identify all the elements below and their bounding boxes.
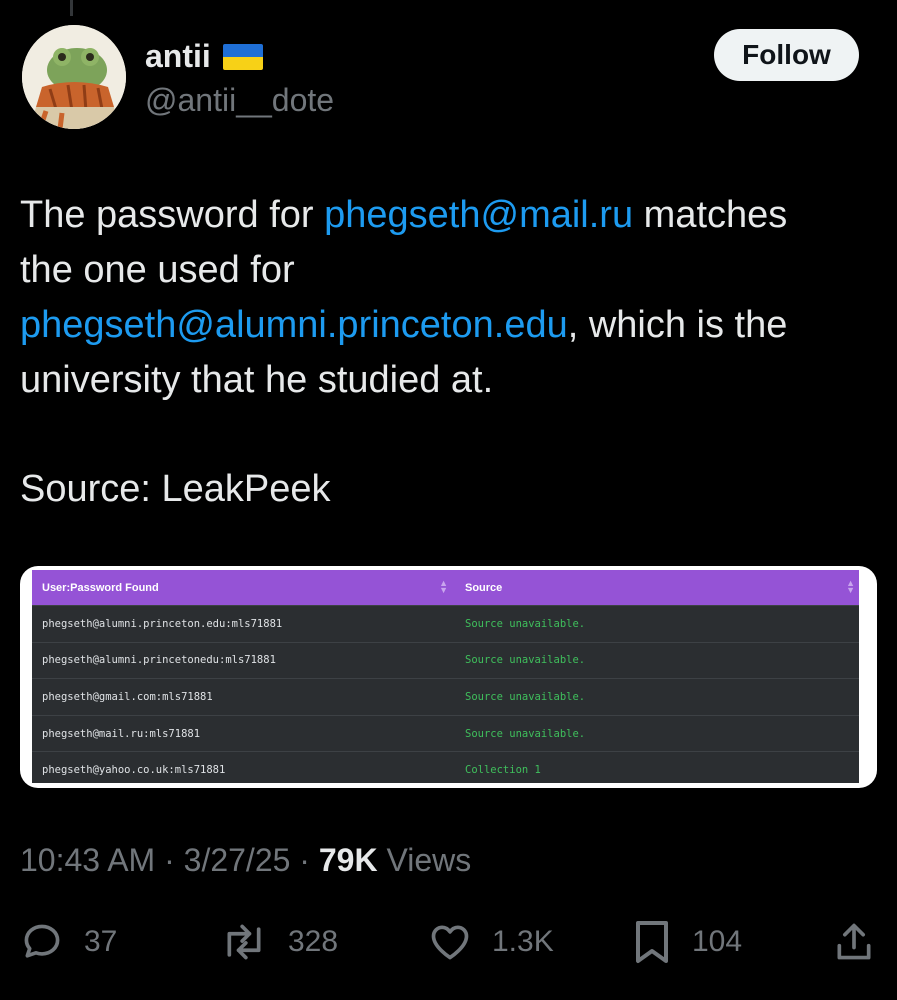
reply-count: 37: [84, 925, 118, 958]
frog-avatar-icon: [22, 25, 126, 129]
tweet-text-line: the one used for: [20, 249, 295, 291]
tweet-text-segment: The password for: [20, 194, 325, 236]
repost-icon: [227, 924, 261, 960]
tweet-time[interactable]: 10:43 AM: [20, 842, 155, 878]
source-cell: Collection 1: [465, 764, 541, 777]
header-source: Source ▲ ▼: [452, 577, 859, 595]
tweet-source-line: Source: LeakPeek: [20, 468, 331, 510]
reply-button[interactable]: 37: [20, 912, 117, 972]
tweet-date[interactable]: 3/27/25: [184, 842, 291, 878]
share-button[interactable]: [832, 912, 876, 972]
reply-icon: [24, 924, 60, 958]
tweet-media-image[interactable]: User:Password Found ▲ ▼ Source ▲ ▼ phegset…: [20, 566, 877, 788]
header-credentials: User:Password Found ▲ ▼: [32, 577, 452, 595]
avatar[interactable]: [22, 25, 126, 129]
source-cell: Source unavailable.: [465, 727, 586, 740]
tweet-text-segment: , which is the: [567, 304, 788, 346]
bookmark-count: 104: [692, 925, 743, 958]
email-link-mail-ru[interactable]: phegseth@mail.ru: [324, 194, 633, 236]
header-label: User:Password Found: [42, 581, 159, 594]
source-cell: Source unavailable.: [465, 690, 586, 703]
tweet-text: The password for phegseth@mail.ru matche…: [20, 188, 880, 408]
views-count: 79K: [318, 842, 378, 878]
repost-count: 328: [288, 925, 339, 958]
credential-cell: phegseth@alumni.princetonedu:mls71881: [42, 654, 276, 667]
action-bar: 37 328 1.3K 104: [0, 912, 897, 972]
ukraine-flag-icon: [222, 43, 263, 70]
credential-cell: phegseth@yahoo.co.uk:mls71881: [42, 764, 226, 777]
views-label: Views: [386, 842, 472, 878]
table-row: phegseth@alumni.princetonedu:mls71881 So…: [32, 641, 859, 679]
bookmark-button[interactable]: 104: [632, 912, 742, 972]
sort-icon: ▲ ▼: [439, 577, 448, 595]
author-handle[interactable]: @antii__dote: [145, 82, 334, 119]
meta-separator: ·: [164, 842, 175, 878]
table-row: phegseth@alumni.princeton.edu:mls71881 S…: [32, 605, 859, 642]
tweet-text-segment: matches: [633, 194, 788, 236]
source-cell: Source unavailable.: [465, 617, 586, 630]
password-table: User:Password Found ▲ ▼ Source ▲ ▼ phegset…: [32, 570, 859, 783]
source-cell: Source unavailable.: [465, 654, 586, 667]
sort-icon: ▲ ▼: [846, 577, 855, 595]
table-row: phegseth@mail.ru:mls71881 Source unavail…: [32, 714, 859, 752]
credential-cell: phegseth@mail.ru:mls71881: [42, 727, 201, 740]
repost-button[interactable]: 328: [220, 912, 338, 972]
like-count: 1.3K: [492, 925, 554, 958]
author-display-name[interactable]: antii: [145, 38, 211, 75]
follow-button[interactable]: Follow: [714, 29, 859, 81]
meta-separator: ·: [299, 842, 310, 878]
table-row: phegseth@gmail.com:mls71881 Source unava…: [32, 678, 859, 715]
thread-connector-line: [70, 0, 73, 16]
header-label: Source: [465, 581, 503, 594]
credential-cell: phegseth@alumni.princeton.edu:mls71881: [42, 617, 283, 630]
author-name-row: antii: [145, 38, 263, 75]
share-icon: [837, 923, 871, 960]
table-header: User:Password Found ▲ ▼ Source ▲ ▼: [32, 570, 859, 605]
heart-icon: [431, 925, 469, 960]
tweet-meta: 10:43 AM · 3/27/25 · 79K Views: [20, 842, 471, 879]
credential-cell: phegseth@gmail.com:mls71881: [42, 690, 213, 703]
email-link-princeton[interactable]: phegseth@alumni.princeton.edu: [20, 304, 568, 346]
bookmark-icon: [636, 921, 668, 963]
table-row: phegseth@yahoo.co.uk:mls71881 Collection…: [32, 751, 859, 783]
tweet-text-line: university that he studied at.: [20, 359, 494, 401]
like-button[interactable]: 1.3K: [428, 912, 554, 972]
